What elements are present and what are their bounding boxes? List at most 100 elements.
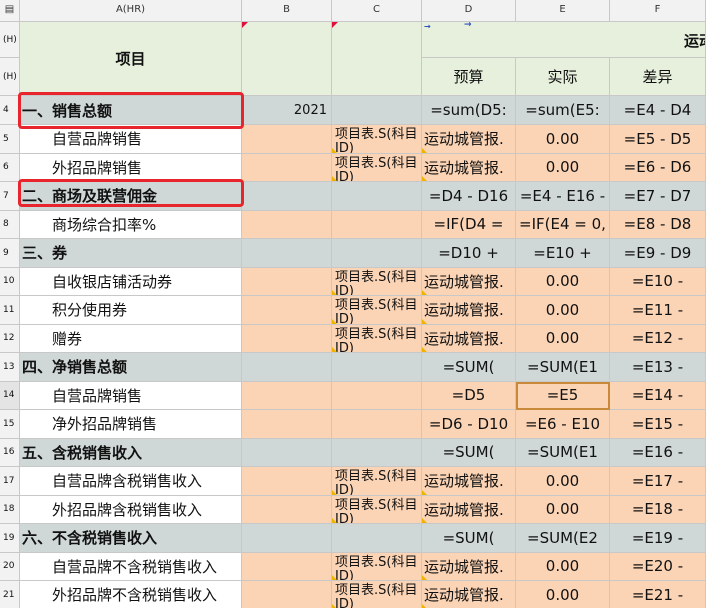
cell-d20[interactable]: 运动城管报.	[422, 552, 516, 581]
row-header[interactable]: 15	[0, 410, 20, 439]
cell-e17[interactable]: 0.00	[516, 467, 610, 496]
header-cell-c[interactable]	[332, 22, 422, 96]
cell-e14[interactable]: =E5	[516, 381, 610, 410]
column-header-f[interactable]: F	[610, 0, 706, 22]
cell-e4[interactable]: =sum(E5:	[516, 96, 610, 125]
select-all-corner[interactable]: ▤	[0, 0, 20, 22]
cell-f4[interactable]: =E4 - D4	[610, 96, 706, 125]
row-header[interactable]: 12	[0, 324, 20, 353]
cell-a10[interactable]: 自收银店铺活动券	[20, 267, 242, 296]
column-header-c[interactable]: C	[332, 0, 422, 22]
cell-f11[interactable]: =E11 -	[610, 296, 706, 325]
cell-a18[interactable]: 外招品牌含税销售收入	[20, 495, 242, 524]
cell-d8[interactable]: =IF(D4 =	[422, 210, 516, 239]
cell-c19[interactable]	[332, 524, 422, 553]
cell-d18[interactable]: 运动城管报.	[422, 495, 516, 524]
cell-f8[interactable]: =E8 - D8	[610, 210, 706, 239]
cell-c11[interactable]: 项目表.S(科目ID)	[332, 296, 422, 325]
cell-e19[interactable]: =SUM(E2	[516, 524, 610, 553]
row-header[interactable]: 14	[0, 381, 20, 410]
cell-f21[interactable]: =E21 -	[610, 581, 706, 608]
budget-header[interactable]: 预算	[422, 58, 516, 96]
cell-b18[interactable]	[242, 495, 332, 524]
cell-b17[interactable]	[242, 467, 332, 496]
cell-c16[interactable]	[332, 438, 422, 467]
cell-d17[interactable]: 运动城管报.	[422, 467, 516, 496]
cell-e5[interactable]: 0.00	[516, 125, 610, 154]
cell-c14[interactable]	[332, 381, 422, 410]
cell-f14[interactable]: =E14 -	[610, 381, 706, 410]
cell-e15[interactable]: =E6 - E10	[516, 410, 610, 439]
cell-b8[interactable]	[242, 210, 332, 239]
row-header[interactable]: 11	[0, 296, 20, 325]
cell-b14[interactable]	[242, 381, 332, 410]
cell-b9[interactable]	[242, 239, 332, 268]
cell-a5[interactable]: 自营品牌销售	[20, 125, 242, 154]
cell-c15[interactable]	[332, 410, 422, 439]
cell-f6[interactable]: =E6 - D6	[610, 153, 706, 182]
cell-e9[interactable]: =E10 +	[516, 239, 610, 268]
cell-f18[interactable]: =E18 -	[610, 495, 706, 524]
cell-e6[interactable]: 0.00	[516, 153, 610, 182]
cell-b12[interactable]	[242, 324, 332, 353]
cell-e21[interactable]: 0.00	[516, 581, 610, 608]
cell-b19[interactable]	[242, 524, 332, 553]
cell-f17[interactable]: =E17 -	[610, 467, 706, 496]
column-header-e[interactable]: E	[516, 0, 610, 22]
cell-a13[interactable]: 四、净销售总额	[20, 353, 242, 382]
cell-c10[interactable]: 项目表.S(科目ID)	[332, 267, 422, 296]
cell-b4[interactable]: 2021	[242, 96, 332, 125]
cell-e11[interactable]: 0.00	[516, 296, 610, 325]
cell-a20[interactable]: 自营品牌不含税销售收入	[20, 552, 242, 581]
row-header[interactable]: 16	[0, 438, 20, 467]
row-header[interactable]: 20	[0, 552, 20, 581]
row-header[interactable]: 7	[0, 182, 20, 211]
cell-c9[interactable]	[332, 239, 422, 268]
row-header[interactable]: 21	[0, 581, 20, 608]
cell-e12[interactable]: 0.00	[516, 324, 610, 353]
cell-d5[interactable]: 运动城管报.	[422, 125, 516, 154]
cell-c6[interactable]: 项目表.S(科目ID)	[332, 153, 422, 182]
cell-b13[interactable]	[242, 353, 332, 382]
cell-c5[interactable]: 项目表.S(科目ID)	[332, 125, 422, 154]
cell-f5[interactable]: =E5 - D5	[610, 125, 706, 154]
header-cell-b[interactable]	[242, 22, 332, 96]
cell-f7[interactable]: =E7 - D7	[610, 182, 706, 211]
cell-c13[interactable]	[332, 353, 422, 382]
cell-d6[interactable]: 运动城管报.	[422, 153, 516, 182]
cell-d13[interactable]: =SUM(	[422, 353, 516, 382]
cell-e7[interactable]: =E4 - E16 -	[516, 182, 610, 211]
cell-f16[interactable]: =E16 -	[610, 438, 706, 467]
cell-a6[interactable]: 外招品牌销售	[20, 153, 242, 182]
cell-a16[interactable]: 五、含税销售收入	[20, 438, 242, 467]
cell-b6[interactable]	[242, 153, 332, 182]
row-header[interactable]: 17	[0, 467, 20, 496]
cell-c4[interactable]	[332, 96, 422, 125]
cell-b21[interactable]	[242, 581, 332, 608]
cell-d10[interactable]: 运动城管报.	[422, 267, 516, 296]
cell-f20[interactable]: =E20 -	[610, 552, 706, 581]
row-header[interactable]: 10	[0, 267, 20, 296]
cell-e13[interactable]: =SUM(E1	[516, 353, 610, 382]
cell-c8[interactable]	[332, 210, 422, 239]
row-header[interactable]: 18	[0, 495, 20, 524]
cell-c17[interactable]: 项目表.S(科目ID)	[332, 467, 422, 496]
actual-header[interactable]: 实际	[516, 58, 610, 96]
cell-a9[interactable]: 三、券	[20, 239, 242, 268]
cell-a8[interactable]: 商场综合扣率%	[20, 210, 242, 239]
cell-e16[interactable]: =SUM(E1	[516, 438, 610, 467]
cell-c21[interactable]: 项目表.S(科目ID)	[332, 581, 422, 608]
cell-c18[interactable]: 项目表.S(科目ID)	[332, 495, 422, 524]
cell-c7[interactable]	[332, 182, 422, 211]
item-header-cell[interactable]: 项目	[20, 22, 242, 96]
row-header[interactable]: 9	[0, 239, 20, 268]
cell-c12[interactable]: 项目表.S(科目ID)	[332, 324, 422, 353]
cell-d4[interactable]: =sum(D5:	[422, 96, 516, 125]
cell-d19[interactable]: =SUM(	[422, 524, 516, 553]
cell-a19[interactable]: 六、不含税销售收入	[20, 524, 242, 553]
cell-d7[interactable]: =D4 - D16	[422, 182, 516, 211]
row-header-h2[interactable]: (H)	[0, 58, 20, 96]
row-header[interactable]: 8	[0, 210, 20, 239]
cell-b11[interactable]	[242, 296, 332, 325]
cell-f10[interactable]: =E10 -	[610, 267, 706, 296]
